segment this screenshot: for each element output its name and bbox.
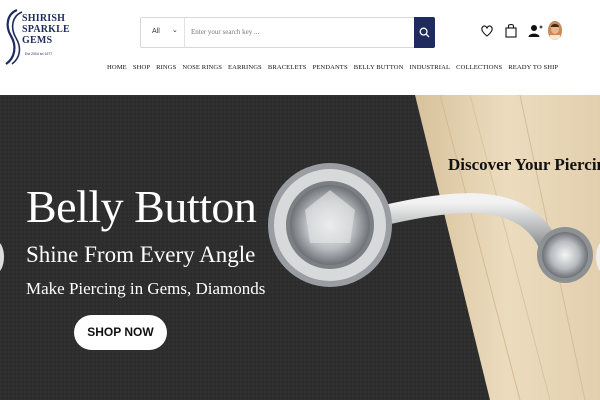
brand-name-line2: SPARKLE <box>22 24 70 35</box>
hero-title: Belly Button <box>26 181 257 232</box>
search-button[interactable] <box>414 17 435 48</box>
heart-icon[interactable] <box>479 21 495 41</box>
brand-logo[interactable]: SHIRISH SPARKLE GEMS Est 2004 sd 1977 <box>3 6 73 68</box>
user-add-icon[interactable] <box>527 21 543 41</box>
brand-tagline: Est 2004 sd 1977 <box>25 52 53 56</box>
main-nav: HOME SHOP RINGS NOSE RINGS EARRINGS BRACELETS… <box>0 61 600 75</box>
hero-banner[interactable]: Discover Your Piercing Belly Button Shin… <box>0 95 600 400</box>
search-category-select[interactable]: All ⌄ <box>141 18 185 47</box>
brand-name-line1: SHIRISH <box>22 13 66 24</box>
nav-item-home[interactable]: HOME <box>104 61 130 75</box>
nav-item-bracelets[interactable]: BRACELETS <box>265 61 310 75</box>
search-icon <box>419 27 430 38</box>
brand-name-line3: GEMS <box>22 35 53 46</box>
brand-name: SHIRISH SPARKLE GEMS <box>22 13 70 46</box>
shop-now-button[interactable]: SHOP NOW <box>74 315 167 350</box>
hero-subtitle-secondary: Make Piercing in Gems, Diamonds <box>26 279 266 298</box>
nav-item-pendants[interactable]: PENDANTS <box>309 61 350 75</box>
shopping-bag-icon[interactable] <box>503 21 519 41</box>
nav-item-industrial[interactable]: INDUSTRIAL <box>407 61 454 75</box>
chevron-down-icon: ⌄ <box>172 27 178 34</box>
nav-item-nose-rings[interactable]: NOSE RINGS <box>179 61 225 75</box>
search-category-label: All <box>152 28 160 35</box>
search-bar: All ⌄ <box>140 17 435 48</box>
nav-item-collections[interactable]: COLLECTIONS <box>453 61 505 75</box>
avatar[interactable] <box>548 21 562 40</box>
hero-subtitle: Shine From Every Angle <box>26 242 256 267</box>
main-nav-list: HOME SHOP RINGS NOSE RINGS EARRINGS BRACELETS… <box>104 61 561 75</box>
avatar-image <box>548 21 562 40</box>
nav-item-ready-to-ship[interactable]: READY TO SHIP <box>505 61 561 75</box>
hero-side-heading: Discover Your Piercing <box>448 155 600 174</box>
nav-item-belly-button[interactable]: BELLY BUTTON <box>351 61 407 75</box>
header-icons <box>479 21 569 41</box>
search-input[interactable] <box>191 23 411 41</box>
nav-item-earrings[interactable]: EARRINGS <box>225 61 265 75</box>
site-header: SHIRISH SPARKLE GEMS Est 2004 sd 1977 Al… <box>0 0 600 95</box>
nav-item-rings[interactable]: RINGS <box>153 61 179 75</box>
nav-item-shop[interactable]: SHOP <box>130 61 153 75</box>
